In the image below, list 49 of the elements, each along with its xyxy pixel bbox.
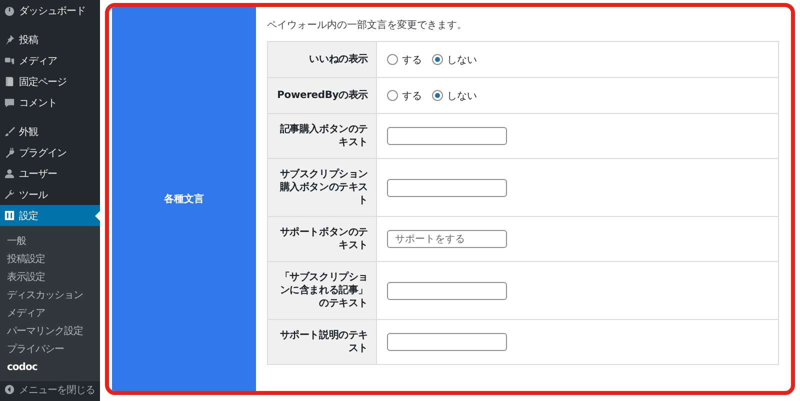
menu-item[interactable]: 設定 [0,205,100,226]
text-field[interactable] [387,333,507,351]
pushpin-icon [4,34,15,45]
paintbrush-icon [4,126,15,137]
radio-option[interactable]: しない [432,52,477,66]
field-label: サブスクリプション購入ボタンのテキスト [268,158,376,216]
radio-button[interactable] [387,90,398,101]
radio-option[interactable]: する [387,52,422,66]
radio-option[interactable]: する [387,88,422,102]
person-icon [4,168,15,179]
document-icon [4,76,15,87]
submenu-item[interactable]: 表示設定 [0,268,100,286]
radio-button[interactable] [432,90,443,101]
gauge-icon [4,5,15,16]
text-field[interactable] [387,282,507,300]
field-label: サポートボタンのテキスト [268,216,376,262]
submenu-item[interactable]: codoc [0,358,100,376]
submenu-item[interactable]: プライバシー [0,340,100,358]
field-label: いいねの表示 [268,42,376,78]
submenu-item[interactable]: 投稿設定 [0,250,100,268]
radio-button[interactable] [432,54,443,65]
field-label: 「サブスクリプションに含まれる記事」のテキスト [268,262,376,320]
submenu-item[interactable]: メディア [0,304,100,322]
menu-item[interactable]: ユーザー [0,163,100,184]
radio-button[interactable] [387,54,398,65]
menu-item[interactable]: 固定ページ [0,71,100,92]
plug-icon [4,147,15,158]
submenu-item[interactable]: ディスカッション [0,286,100,304]
field-label: 記事購入ボタンのテキスト [268,114,376,158]
radio-option[interactable]: しない [432,88,477,102]
menu-item[interactable]: 投稿 [0,29,100,50]
menu-item[interactable]: ツール [0,184,100,205]
field-label: PoweredByの表示 [268,78,376,114]
collapse-menu-button[interactable]: メニューを閉じる [0,381,100,401]
description: ペイウォール内の一部文言を変更できます。 [267,18,468,32]
menu-item[interactable]: メディア [0,50,100,71]
menu-item[interactable]: コメント [0,92,100,113]
text-field[interactable]: サポートをする [387,230,507,248]
text-field[interactable] [387,127,507,145]
menu-item[interactable]: プラグイン [0,142,100,163]
wrench-icon [4,189,15,200]
submenu-item[interactable]: パーマリンク設定 [0,322,100,340]
section-header: 各種文言 [112,7,256,391]
field-label: サポート説明のテキスト [268,320,376,364]
text-field[interactable] [387,178,507,196]
menu-item[interactable]: ダッシュボード [0,0,100,21]
speech-bubble-icon [4,97,15,108]
submenu-item[interactable]: 一般 [0,232,100,250]
menu-item[interactable]: 外観 [0,121,100,142]
